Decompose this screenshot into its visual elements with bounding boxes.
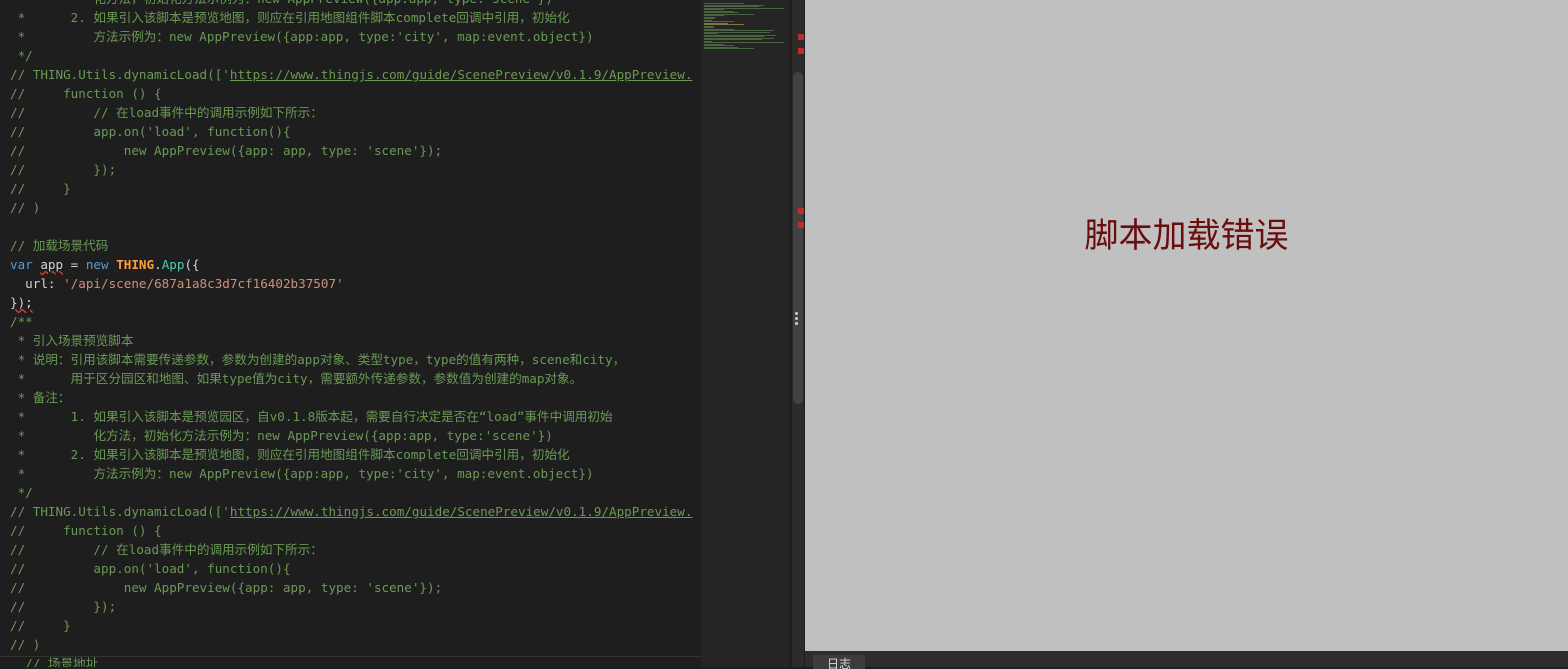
code-line: * 1. 如果引入该脚本是预览园区，自v0.1.8版本起，需要自行决定是否在“l… — [10, 409, 613, 424]
scene-preview-pane: 脚本加载错误 — [805, 0, 1568, 651]
code-line: // } — [10, 181, 71, 196]
code-token: }); — [10, 295, 33, 310]
error-marker[interactable] — [798, 208, 804, 214]
script-load-error-message: 脚本加载错误 — [1084, 216, 1289, 256]
code-line: // THING.Utils.dynamicLoad(['https://www… — [10, 502, 692, 521]
bottom-panel-bar: 日志 — [805, 651, 1568, 669]
code-line: * 备注： — [10, 390, 71, 405]
code-token: new — [85, 257, 109, 272]
code-line: * 方法示例为：new AppPreview({app:app, type:'c… — [10, 29, 594, 44]
code-line: * 2. 如果引入该脚本是预览地图，则应在引用地图组件脚本complete回调中… — [10, 10, 570, 25]
code-line: // THING.Utils.dynamicLoad(['https://www… — [10, 65, 692, 84]
scrollbar-thumb[interactable] — [793, 72, 803, 404]
code-line: // 加载场景代码 — [10, 238, 109, 253]
code-line: var app = new THING.App({ — [10, 255, 200, 274]
minimap-line — [704, 39, 762, 40]
code-line: // app.on('load', function(){ — [10, 124, 291, 139]
code-line: // new AppPreview({app: app, type: 'scen… — [10, 580, 443, 595]
code-line: // app.on('load', function(){ — [10, 561, 291, 576]
code-token: app — [40, 257, 64, 272]
code-line: // } — [10, 618, 71, 633]
editor-bottom-border — [0, 656, 702, 657]
code-line: * 说明：引用该脚本需要传递参数，参数为创建的app对象、类型type，type… — [10, 352, 626, 367]
code-token: = — [63, 257, 86, 272]
code-token: '/api/scene/687a1a8c3d7cf16402b37507' — [63, 276, 344, 291]
code-token: THING — [116, 257, 155, 272]
code-link[interactable]: https://www.thingjs.com/guide/ScenePrevi… — [230, 504, 693, 519]
code-line-partial: * 化方法，初始化方法示例为：new AppPreview({app:app, … — [10, 0, 553, 8]
code-minimap[interactable] — [702, 0, 790, 667]
code-line: // ) — [10, 637, 41, 652]
code-line: /** — [10, 314, 33, 329]
code-line: // // 在load事件中的调用示例如下所示： — [10, 105, 323, 120]
code-token: var — [10, 257, 33, 272]
code-editor[interactable]: * 化方法，初始化方法示例为：new AppPreview({app:app, … — [0, 0, 702, 667]
code-line: */ — [10, 485, 33, 500]
error-marker[interactable] — [798, 48, 804, 54]
pane-splitter-handle[interactable] — [794, 310, 800, 334]
code-line: // function () { — [10, 86, 162, 101]
code-line: // ) — [10, 200, 41, 215]
code-link[interactable]: https://www.thingjs.com/guide/ScenePrevi… — [230, 67, 693, 82]
error-marker[interactable] — [798, 222, 804, 228]
minimap-line — [704, 48, 754, 49]
code-token: App — [161, 257, 185, 272]
code-line: * 引入场景预览脚本 — [10, 333, 134, 348]
code-line: */ — [10, 48, 33, 63]
code-line: * 2. 如果引入该脚本是预览地图，则应在引用地图组件脚本complete回调中… — [10, 447, 570, 462]
code-line: // new AppPreview({app: app, type: 'scen… — [10, 143, 443, 158]
code-line: * 用于区分园区和地图、如果type值为city，需要额外传递参数，参数值为创建… — [10, 371, 583, 386]
code-line: // function () { — [10, 523, 162, 538]
error-marker[interactable] — [798, 34, 804, 40]
code-line: }); — [10, 293, 33, 312]
code-line: // }); — [10, 599, 117, 614]
code-line: * 方法示例为：new AppPreview({app:app, type:'c… — [10, 466, 594, 481]
code-line: // // 在load事件中的调用示例如下所示： — [10, 542, 323, 557]
code-line: url: '/api/scene/687a1a8c3d7cf16402b3750… — [10, 274, 344, 293]
code-line: // }); — [10, 162, 117, 177]
code-token: // THING.Utils.dynamicLoad([' — [10, 67, 230, 82]
code-token: // THING.Utils.dynamicLoad([' — [10, 504, 230, 519]
code-token: url: — [10, 276, 64, 291]
code-token: ({ — [184, 257, 200, 272]
code-line: * 化方法，初始化方法示例为：new AppPreview({app:app, … — [10, 428, 553, 443]
code-token: . — [154, 257, 162, 272]
